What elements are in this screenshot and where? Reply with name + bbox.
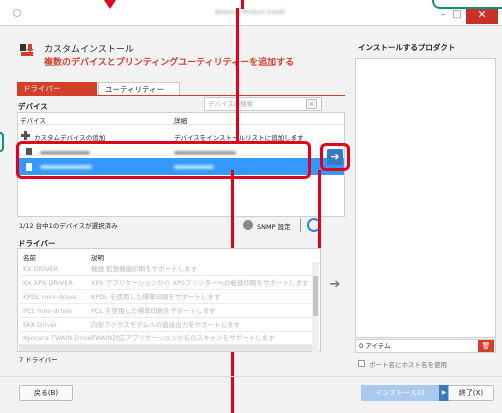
driver-row[interactable]: Kyocera TWAIN Driver TWAIN対応アプリケーションからのスキ…: [19, 332, 313, 344]
driver-name: PCL mini-driver: [23, 307, 73, 315]
selection-status: 1/12 台中1のデバイスが選択済み: [19, 222, 118, 230]
driver-name: FAX Driver: [23, 321, 58, 329]
minimize-icon[interactable]: –: [436, 8, 450, 22]
driver-row[interactable]: PCL mini-driver PCL を使用した標準印刷をサポートします: [19, 304, 313, 318]
products-count: 0 アイテム: [355, 339, 496, 353]
driver-row[interactable]: FAX Driver 内部ファクスモデムへの直接出力をサポートします: [19, 318, 313, 332]
column-header-description: 説明: [91, 254, 104, 262]
page-subtitle: 複数のデバイスとプリンティングユーティリティーを追加する: [44, 58, 295, 68]
search-clear-icon[interactable]: ✕: [306, 99, 317, 109]
toolbar-divider: [300, 218, 301, 232]
driver-name: KPDL mini-driver: [23, 293, 78, 301]
install-header-icon: [20, 44, 34, 56]
scrollbar-thumb[interactable]: [313, 276, 318, 316]
driver-description: KPDL を使用した標準印刷をサポートします: [91, 293, 221, 301]
install-button[interactable]: インストール(I): [361, 385, 439, 401]
app-icon: [13, 9, 21, 17]
driver-description: TWAIN対応アプリケーションからのスキャンをサポートします: [91, 334, 275, 342]
horizontal-scrollbar[interactable]: [19, 344, 312, 351]
driver-count: 7 ドライバー: [19, 356, 58, 364]
hostname-checkbox-label: ポート名にホスト名を使用: [369, 361, 447, 369]
column-header-name: 名前: [23, 254, 36, 262]
driver-name: KX XPS DRIVER: [23, 279, 73, 287]
products-label: インストールするプロダクト: [358, 43, 456, 52]
highlight-callout-devices: [16, 141, 311, 179]
trash-icon[interactable]: 🗑: [478, 340, 494, 352]
devices-section-label: デバイス: [18, 102, 48, 111]
snmp-settings-link[interactable]: SNMP 設定: [257, 221, 291, 231]
snmp-icon: [243, 220, 253, 230]
refresh-icon[interactable]: [307, 218, 321, 232]
tabs-underline: [17, 95, 345, 96]
callout-line-top: [241, 0, 244, 9]
driver-description: 機器 拡張機能印刷をサポートします: [91, 265, 198, 273]
products-list: [355, 58, 496, 338]
driver-description: 内部ファクスモデムへの直接出力をサポートします: [91, 321, 241, 329]
hostname-checkbox[interactable]: [358, 360, 365, 367]
driver-row[interactable]: KPDL mini-driver KPDL を使用した標準印刷をサポートします: [19, 290, 313, 304]
driver-row[interactable]: KX XPS DRIVER XPS アプリケーションから XPSプリンターへの転換…: [19, 276, 313, 290]
driver-description: XPS アプリケーションから XPSプリンターへの転換印刷をサポートします: [91, 279, 309, 287]
tab-utilities[interactable]: ユーティリティー: [98, 82, 180, 96]
driver-row[interactable]: KX DRIVER 機器 拡張機能印刷をサポートします: [19, 262, 313, 276]
driver-description: PCL を使用した標準印刷をサポートします: [91, 307, 216, 315]
driver-name: KX DRIVER: [23, 265, 59, 273]
plus-icon: [21, 131, 30, 140]
arrow-right-icon[interactable]: ➔: [327, 278, 343, 292]
device-search-input[interactable]: デバイスの検索: [204, 97, 322, 111]
driver-name: Kyocera TWAIN Driver: [23, 334, 95, 342]
callout-connector-vertical: [318, 170, 321, 260]
footer-divider: [0, 376, 502, 377]
pointer-arrow-icon: [104, 0, 116, 9]
tab-drivers[interactable]: ドライバー: [17, 82, 97, 96]
callout-edge-left: [0, 132, 4, 152]
callout-connector-line: [236, 8, 239, 141]
window-title: Network Product Install: [215, 9, 285, 16]
back-button[interactable]: 戻る(B): [19, 385, 73, 401]
page-title: カスタムインストール: [44, 45, 134, 55]
maximize-icon[interactable]: □: [450, 8, 464, 22]
add-to-products-button[interactable]: ➔: [327, 149, 343, 165]
callout-edge: [432, 0, 502, 9]
header-divider: [18, 124, 344, 125]
search-placeholder: デバイスの検索: [208, 100, 254, 108]
exit-button[interactable]: 終了(X): [448, 385, 494, 401]
